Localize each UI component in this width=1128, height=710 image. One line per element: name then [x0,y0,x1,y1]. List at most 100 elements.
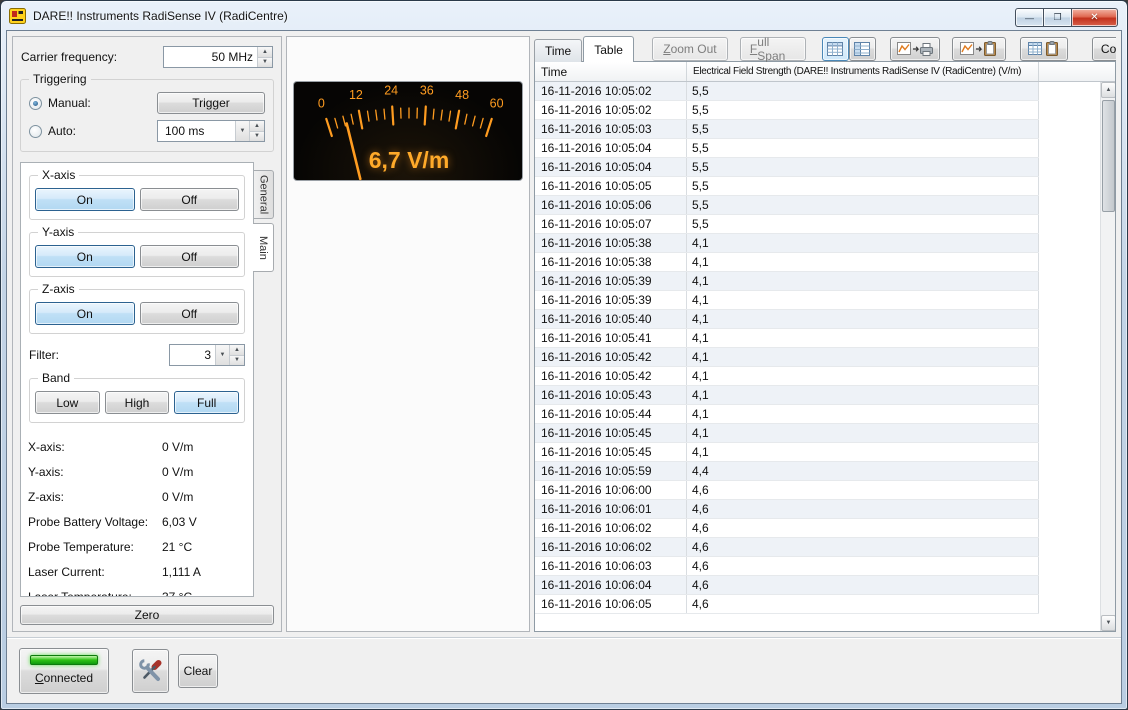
band-full-button[interactable]: Full [174,391,239,414]
table-grid-icon [827,42,843,56]
table-row[interactable]: 16-11-2016 10:06:054,6 [535,595,1039,614]
reading-row: Z-axis:0 V/m [28,485,246,510]
table-row[interactable]: 16-11-2016 10:06:014,6 [535,500,1039,519]
column-header-field-strength[interactable]: Electrical Field Strength (DARE!! Instru… [687,62,1039,81]
reading-label: Laser Temperature: [28,585,162,597]
cell-value: 5,5 [687,82,1039,100]
auto-radio-circle[interactable] [29,125,42,138]
spin-up-icon[interactable]: ▲ [250,121,264,132]
cell-value: 4,1 [687,424,1039,442]
table-row[interactable]: 16-11-2016 10:05:065,5 [535,196,1039,215]
table-row[interactable]: 16-11-2016 10:06:034,6 [535,557,1039,576]
close-button[interactable]: ✕ [1071,8,1118,27]
copy-chart-button[interactable] [952,37,1006,61]
table-row[interactable]: 16-11-2016 10:06:024,6 [535,519,1039,538]
auto-interval-spinner[interactable]: ▲ ▼ [249,121,264,141]
cell-time: 16-11-2016 10:05:40 [535,310,687,328]
grid-view-button[interactable] [822,37,849,61]
gauge-minor-tick [343,116,346,126]
tab-general[interactable]: General [254,170,274,219]
reading-value: 0 V/m [162,460,193,485]
table-row[interactable]: 16-11-2016 10:05:444,1 [535,405,1039,424]
maximize-button[interactable]: ❐ [1043,8,1072,27]
filter-spinner[interactable]: ▲ ▼ [229,345,244,365]
carrier-frequency-input[interactable]: 50 MHz ▲ ▼ [163,46,273,68]
z-axis-on-button[interactable]: On [35,302,135,325]
band-low-button[interactable]: Low [35,391,100,414]
tab-table[interactable]: Table [583,36,634,62]
filter-dropdown-icon[interactable]: ▼ [215,345,229,365]
x-axis-off-button[interactable]: Off [140,188,240,211]
auto-interval-value: 100 ms [158,121,235,141]
table-row[interactable]: 16-11-2016 10:05:035,5 [535,120,1039,139]
columns-button[interactable]: Colu [1092,37,1116,61]
table-row[interactable]: 16-11-2016 10:05:424,1 [535,348,1039,367]
auto-radio[interactable]: Auto: [29,124,76,138]
table-row[interactable]: 16-11-2016 10:06:044,6 [535,576,1039,595]
table-row[interactable]: 16-11-2016 10:05:594,4 [535,462,1039,481]
spin-down-icon[interactable]: ▼ [230,356,244,366]
column-header-filler [1039,62,1115,81]
grid-columns-button[interactable] [849,37,876,61]
main-content: Carrier frequency: 50 MHz ▲ ▼ Triggering [7,31,1121,637]
table-row[interactable]: 16-11-2016 10:06:004,6 [535,481,1039,500]
zoom-out-button[interactable]: Zoom Out [652,37,728,61]
tab-main[interactable]: Main [253,223,274,272]
y-axis-off-button[interactable]: Off [140,245,240,268]
carrier-frequency-spinner[interactable]: ▲ ▼ [257,47,272,67]
manual-radio[interactable]: Manual: [29,96,91,110]
titlebar[interactable]: DARE!! Instruments RadiSense IV (RadiCen… [1,1,1127,30]
table-row[interactable]: 16-11-2016 10:05:025,5 [535,82,1039,101]
reading-label: Z-axis: [28,485,162,510]
cell-time: 16-11-2016 10:06:05 [535,595,687,613]
table-row[interactable]: 16-11-2016 10:05:384,1 [535,253,1039,272]
table-row[interactable]: 16-11-2016 10:05:454,1 [535,424,1039,443]
spin-up-icon[interactable]: ▲ [258,47,272,58]
table-row[interactable]: 16-11-2016 10:05:454,1 [535,443,1039,462]
y-axis-on-button[interactable]: On [35,245,135,268]
table-row[interactable]: 16-11-2016 10:05:045,5 [535,158,1039,177]
manual-radio-circle[interactable] [29,97,42,110]
table-row[interactable]: 16-11-2016 10:05:414,1 [535,329,1039,348]
print-chart-button[interactable] [890,37,940,61]
clear-button[interactable]: Clear [178,654,218,688]
scrollbar-thumb[interactable] [1102,100,1115,212]
full-span-button[interactable]: Full Span [740,37,806,61]
vertical-scrollbar[interactable]: ▲ ▼ [1100,82,1115,631]
band-high-button[interactable]: High [105,391,170,414]
connected-button[interactable]: Connected [19,648,109,694]
table-row[interactable]: 16-11-2016 10:05:055,5 [535,177,1039,196]
minimize-button[interactable]: — [1015,8,1044,27]
cell-value: 5,5 [687,139,1039,157]
table-row[interactable]: 16-11-2016 10:05:424,1 [535,367,1039,386]
table-row[interactable]: 16-11-2016 10:05:394,1 [535,272,1039,291]
zero-button[interactable]: Zero [20,605,274,625]
filter-input[interactable]: 3 ▼ ▲ ▼ [169,344,245,366]
table-row[interactable]: 16-11-2016 10:05:025,5 [535,101,1039,120]
cell-value: 4,1 [687,348,1039,366]
connection-led [30,655,98,665]
cell-value: 4,6 [687,500,1039,518]
scroll-up-button[interactable]: ▲ [1101,82,1116,98]
tab-time[interactable]: Time [534,39,582,62]
table-row[interactable]: 16-11-2016 10:06:024,6 [535,538,1039,557]
table-row[interactable]: 16-11-2016 10:05:404,1 [535,310,1039,329]
scroll-down-button[interactable]: ▼ [1101,615,1116,631]
copy-table-button[interactable] [1020,37,1068,61]
table-row[interactable]: 16-11-2016 10:05:045,5 [535,139,1039,158]
x-axis-on-button[interactable]: On [35,188,135,211]
z-axis-off-button[interactable]: Off [140,302,240,325]
column-header-time[interactable]: Time [535,62,687,81]
auto-interval-dropdown-icon[interactable]: ▼ [235,121,249,141]
spin-down-icon[interactable]: ▼ [258,58,272,68]
table-row[interactable]: 16-11-2016 10:05:434,1 [535,386,1039,405]
trigger-button[interactable]: Trigger [157,92,265,114]
table-row[interactable]: 16-11-2016 10:05:075,5 [535,215,1039,234]
cell-time: 16-11-2016 10:05:02 [535,82,687,100]
spin-down-icon[interactable]: ▼ [250,132,264,142]
spin-up-icon[interactable]: ▲ [230,345,244,356]
table-row[interactable]: 16-11-2016 10:05:384,1 [535,234,1039,253]
settings-tools-button[interactable] [132,649,169,693]
auto-interval-input[interactable]: 100 ms ▼ ▲ ▼ [157,120,265,142]
table-row[interactable]: 16-11-2016 10:05:394,1 [535,291,1039,310]
